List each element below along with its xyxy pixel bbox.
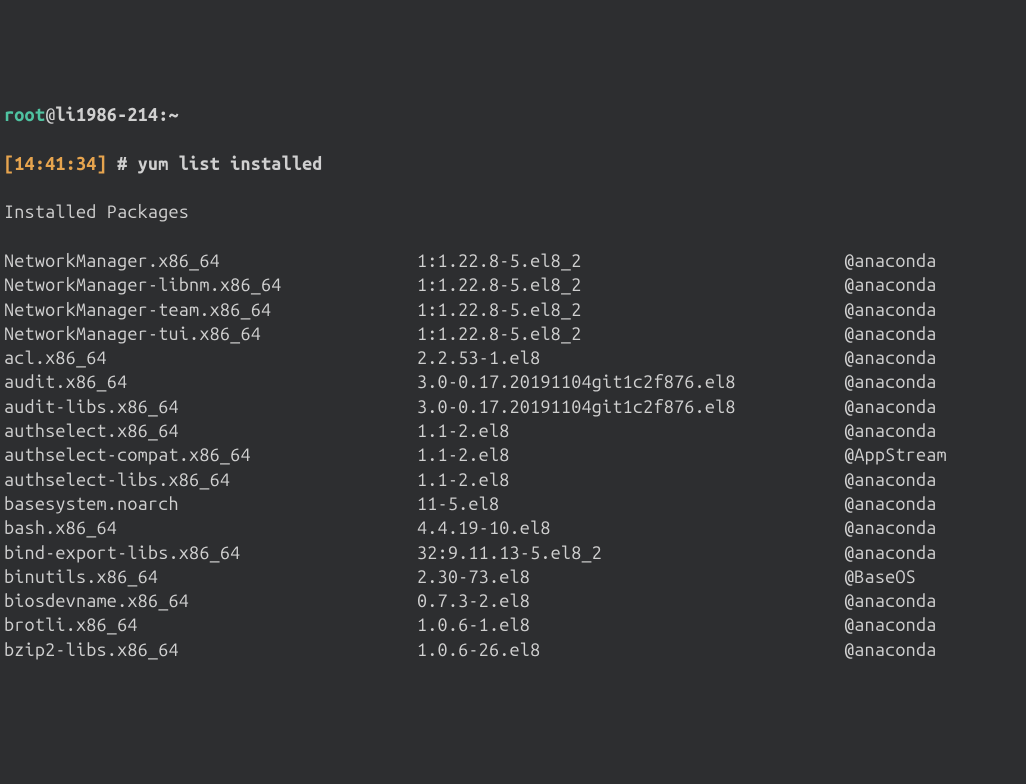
package-repo: @anaconda <box>844 638 937 662</box>
package-name: binutils.x86_64 <box>4 565 417 589</box>
package-name: brotli.x86_64 <box>4 613 417 637</box>
package-version: 1:1.22.8-5.el8_2 <box>417 273 844 297</box>
prompt-user: root <box>4 105 45 125</box>
package-version: 3.0-0.17.20191104git1c2f876.el8 <box>417 395 844 419</box>
package-version: 4.4.19-10.el8 <box>417 516 844 540</box>
prompt-at: @ <box>45 105 55 125</box>
package-repo: @anaconda <box>844 322 937 346</box>
package-row: NetworkManager-team.x86_641:1.22.8-5.el8… <box>4 298 1022 322</box>
prompt-line-1: root@li1986-214:~ <box>4 103 1022 127</box>
prompt-colon: : <box>158 105 168 125</box>
package-repo: @anaconda <box>844 298 937 322</box>
timestamp-close: ] <box>97 154 107 174</box>
package-name: basesystem.noarch <box>4 492 417 516</box>
package-version: 1:1.22.8-5.el8_2 <box>417 298 844 322</box>
package-version: 1.0.6-1.el8 <box>417 613 844 637</box>
package-row: bzip2-libs.x86_641.0.6-26.el8@anaconda <box>4 638 1022 662</box>
package-version: 32:9.11.13-5.el8_2 <box>417 541 844 565</box>
package-row: audit.x86_643.0-0.17.20191104git1c2f876.… <box>4 370 1022 394</box>
package-name: NetworkManager-tui.x86_64 <box>4 322 417 346</box>
package-version: 1.1-2.el8 <box>417 443 844 467</box>
package-row: biosdevname.x86_640.7.3-2.el8@anaconda <box>4 589 1022 613</box>
package-name: bzip2-libs.x86_64 <box>4 638 417 662</box>
package-version: 1:1.22.8-5.el8_2 <box>417 322 844 346</box>
package-repo: @anaconda <box>844 541 937 565</box>
package-list: NetworkManager.x86_641:1.22.8-5.el8_2@an… <box>4 249 1022 662</box>
package-version: 1:1.22.8-5.el8_2 <box>417 249 844 273</box>
prompt-timestamp: 14:41:34 <box>14 154 96 174</box>
package-repo: @anaconda <box>844 589 937 613</box>
package-repo: @anaconda <box>844 273 937 297</box>
package-row: basesystem.noarch11-5.el8@anaconda <box>4 492 1022 516</box>
package-name: acl.x86_64 <box>4 346 417 370</box>
package-repo: @anaconda <box>844 516 937 540</box>
package-repo: @anaconda <box>844 346 937 370</box>
package-version: 2.30-73.el8 <box>417 565 844 589</box>
package-repo: @anaconda <box>844 613 937 637</box>
package-repo: @anaconda <box>844 468 937 492</box>
package-repo: @anaconda <box>844 249 937 273</box>
package-name: biosdevname.x86_64 <box>4 589 417 613</box>
package-row: NetworkManager.x86_641:1.22.8-5.el8_2@an… <box>4 249 1022 273</box>
package-name: NetworkManager.x86_64 <box>4 249 417 273</box>
package-row: authselect-compat.x86_641.1-2.el8@AppStr… <box>4 443 1022 467</box>
output-header: Installed Packages <box>4 200 1022 224</box>
package-row: bind-export-libs.x86_6432:9.11.13-5.el8_… <box>4 541 1022 565</box>
package-row: bash.x86_644.4.19-10.el8@anaconda <box>4 516 1022 540</box>
prompt-path: ~ <box>169 105 179 125</box>
package-row: NetworkManager-tui.x86_641:1.22.8-5.el8_… <box>4 322 1022 346</box>
package-version: 1.1-2.el8 <box>417 419 844 443</box>
package-repo: @anaconda <box>844 370 937 394</box>
package-name: bind-export-libs.x86_64 <box>4 541 417 565</box>
package-repo: @anaconda <box>844 492 937 516</box>
prompt-line-2[interactable]: [14:41:34] # yum list installed <box>4 152 1022 176</box>
package-name: bash.x86_64 <box>4 516 417 540</box>
package-row: NetworkManager-libnm.x86_641:1.22.8-5.el… <box>4 273 1022 297</box>
prompt-hash: # <box>107 154 138 174</box>
package-version: 2.2.53-1.el8 <box>417 346 844 370</box>
package-name: authselect.x86_64 <box>4 419 417 443</box>
package-name: audit-libs.x86_64 <box>4 395 417 419</box>
package-name: authselect-libs.x86_64 <box>4 468 417 492</box>
package-row: authselect.x86_641.1-2.el8@anaconda <box>4 419 1022 443</box>
package-version: 1.0.6-26.el8 <box>417 638 844 662</box>
package-row: binutils.x86_642.30-73.el8@BaseOS <box>4 565 1022 589</box>
package-row: audit-libs.x86_643.0-0.17.20191104git1c2… <box>4 395 1022 419</box>
package-repo: @anaconda <box>844 395 937 419</box>
package-version: 0.7.3-2.el8 <box>417 589 844 613</box>
prompt-host: li1986-214 <box>55 105 158 125</box>
package-row: authselect-libs.x86_641.1-2.el8@anaconda <box>4 468 1022 492</box>
package-repo: @BaseOS <box>844 565 916 589</box>
package-name: NetworkManager-team.x86_64 <box>4 298 417 322</box>
timestamp-open: [ <box>4 154 14 174</box>
package-name: authselect-compat.x86_64 <box>4 443 417 467</box>
command-text: yum list installed <box>138 154 323 174</box>
package-name: NetworkManager-libnm.x86_64 <box>4 273 417 297</box>
package-row: acl.x86_642.2.53-1.el8@anaconda <box>4 346 1022 370</box>
package-version: 11-5.el8 <box>417 492 844 516</box>
package-version: 1.1-2.el8 <box>417 468 844 492</box>
package-repo: @AppStream <box>844 443 947 467</box>
package-repo: @anaconda <box>844 419 937 443</box>
package-name: audit.x86_64 <box>4 370 417 394</box>
package-row: brotli.x86_641.0.6-1.el8@anaconda <box>4 613 1022 637</box>
package-version: 3.0-0.17.20191104git1c2f876.el8 <box>417 370 844 394</box>
